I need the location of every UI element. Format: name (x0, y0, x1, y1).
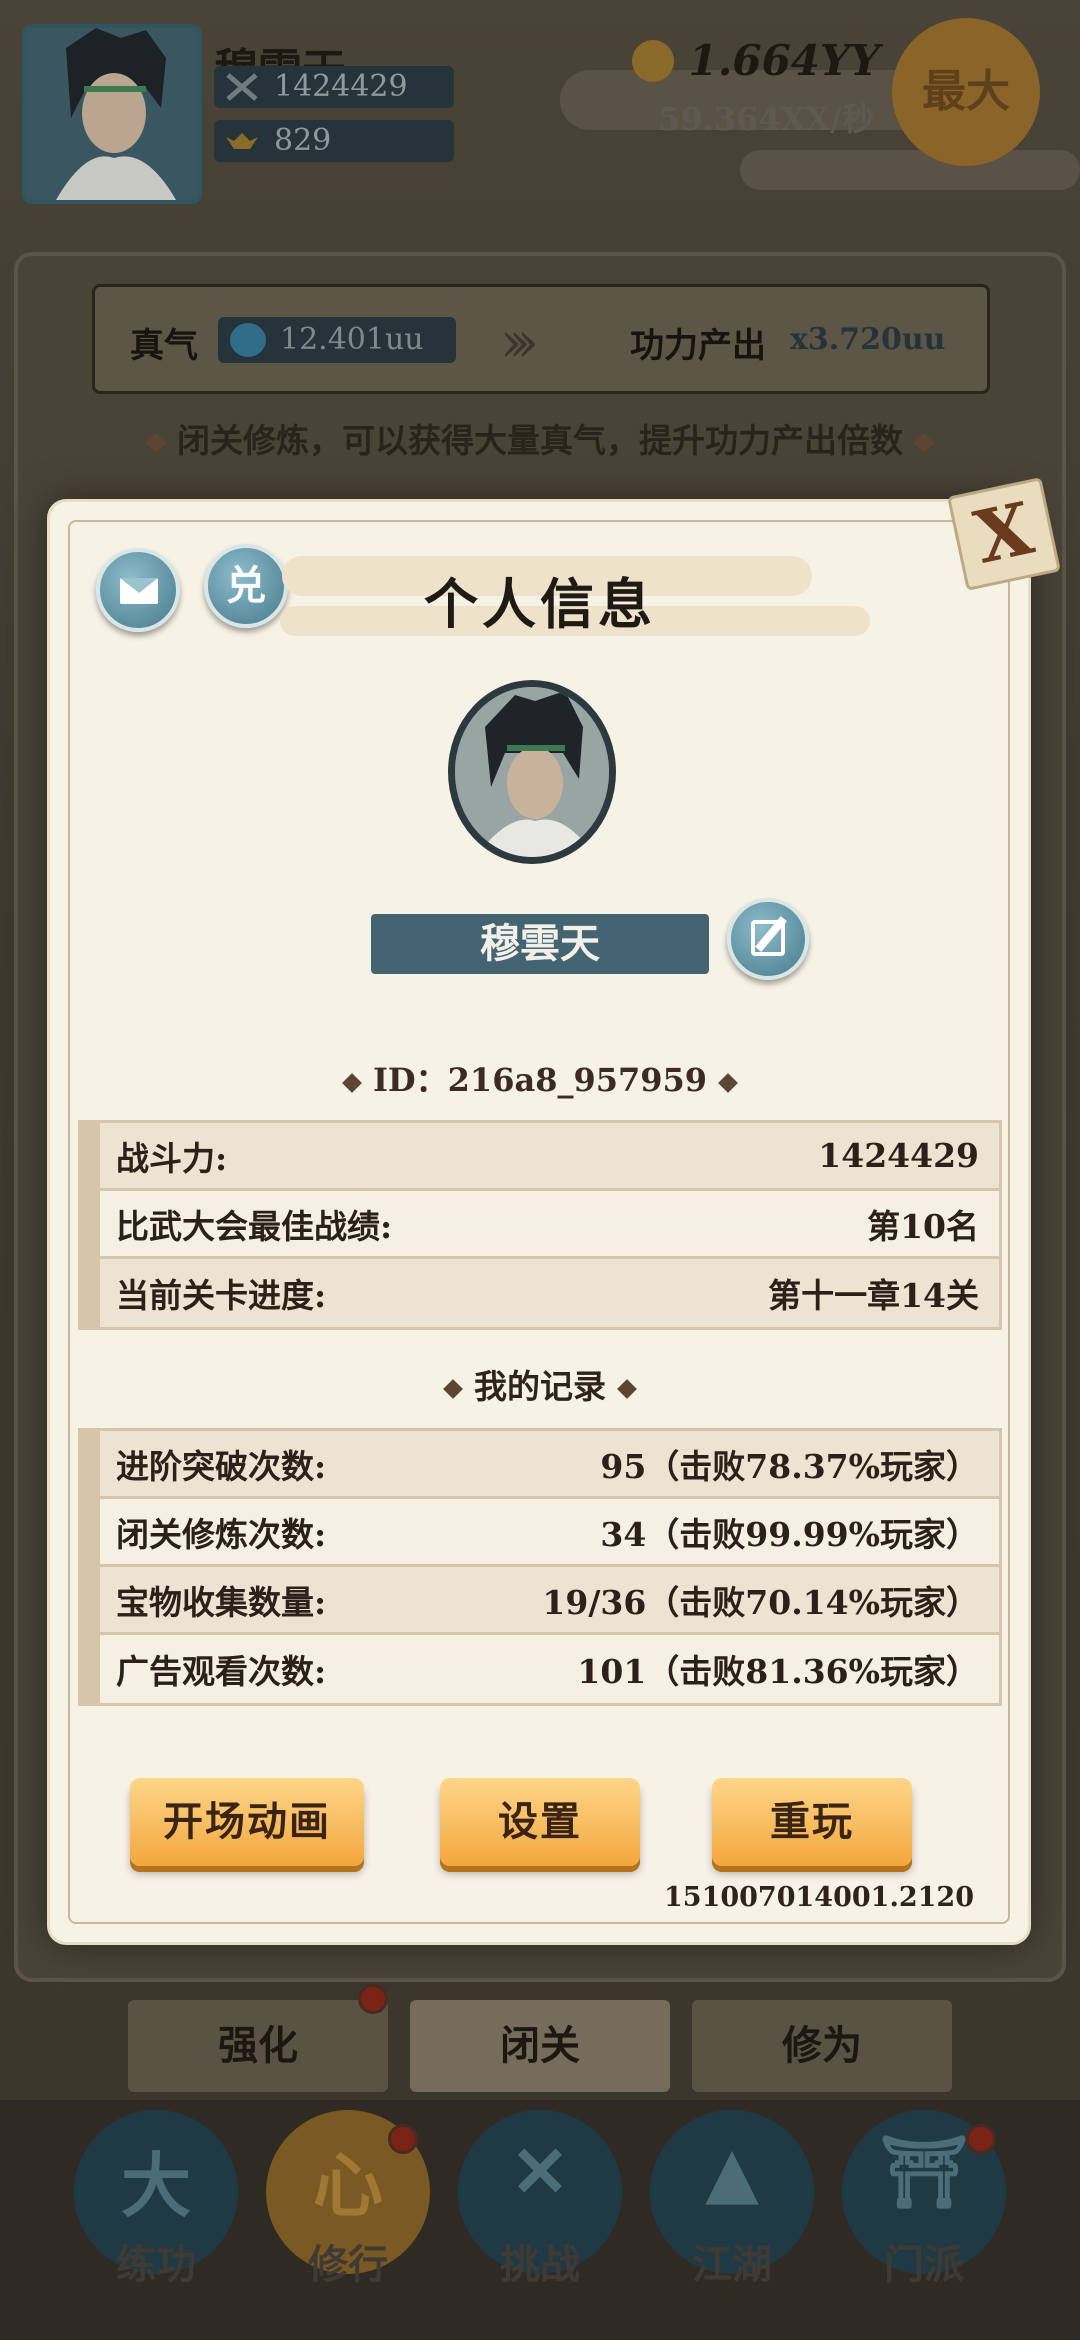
nav-practice-label: 修行 (308, 2241, 388, 2288)
gold-amount: 1.664YY (688, 36, 880, 85)
records-title-text: 我的记录 (474, 1367, 606, 1406)
max-button[interactable]: 最大 (892, 18, 1040, 166)
tab-enhance[interactable]: 强化 (128, 2000, 388, 2092)
ingot-pill: 829 (214, 120, 454, 162)
qi-label: 真气 (130, 326, 198, 366)
combat-power-pill: 1424429 (214, 66, 454, 108)
records-table: 进阶突破次数: 95（击败78.37%玩家） 闭关修炼次数: 34（击败99.9… (78, 1428, 1002, 1706)
profile-avatar (448, 680, 616, 864)
intro-animation-button[interactable]: 开场动画 (130, 1778, 364, 1866)
crossed-swords-icon (226, 73, 258, 101)
cultivation-tip-text: 闭关修炼，可以获得大量真气，提升功力产出倍数 (177, 421, 903, 460)
cultivation-tip: 闭关修炼，可以获得大量真气，提升功力产出倍数 (0, 414, 1080, 462)
power-output-value: x3.720uu (790, 322, 946, 357)
ingot-value: 829 (274, 123, 332, 158)
nav-sect-label: 门派 (884, 2241, 964, 2288)
stat-value: 第十一章14关 (768, 1276, 979, 1315)
records-title: 我的记录 (0, 1360, 1080, 1408)
qi-value-pill: 12.401uu (218, 317, 456, 363)
player-avatar[interactable] (22, 24, 202, 204)
notification-dot (966, 2124, 996, 2154)
tab-seclusion[interactable]: 闭关 (410, 2000, 670, 2092)
stat-label: 战斗力: (116, 1138, 228, 1178)
table-row: 比武大会最佳战绩: 第10名 (100, 1191, 999, 1259)
player-id-text: ID：216a8_957959 (372, 1061, 708, 1099)
modal-title: 个人信息 (424, 572, 656, 636)
record-value: 101（击败81.36%玩家） (577, 1652, 979, 1691)
stats-table: 战斗力: 1424429 比武大会最佳战绩: 第10名 当前关卡进度: 第十一章… (78, 1120, 1002, 1330)
record-label: 宝物收集数量: (116, 1582, 327, 1622)
table-row: 战斗力: 1424429 (100, 1123, 999, 1191)
gold-pouch-icon (632, 40, 674, 82)
chevrons-icon: ››› (500, 310, 539, 375)
stat-value: 第10名 (867, 1206, 979, 1246)
record-label: 广告观看次数: (116, 1652, 327, 1691)
nav-challenge-label: 挑战 (500, 2241, 580, 2288)
power-output-label: 功力产出 (630, 326, 766, 366)
diamond-icon (443, 1379, 463, 1399)
notification-dot (358, 1984, 388, 2014)
table-row: 宝物收集数量: 19/36（击败70.14%玩家） (100, 1567, 999, 1635)
stat-value: 1424429 (818, 1136, 979, 1175)
player-name-field: 穆雲天 (371, 914, 709, 974)
record-label: 闭关修炼次数: (116, 1514, 327, 1554)
stat-label: 比武大会最佳战绩: (116, 1206, 393, 1246)
record-value: 95（击败78.37%玩家） (600, 1446, 979, 1486)
crossed-swords-icon: ✕ (510, 2130, 570, 2213)
gold-rate: 59.364XX/秒 (658, 100, 874, 138)
replay-button[interactable]: 重玩 (712, 1778, 912, 1866)
diamond-icon (146, 433, 166, 453)
mountain-icon: ▲ (705, 2130, 759, 2213)
diamond-icon (914, 433, 934, 453)
tab-cultivation-level[interactable]: 修为 (692, 2000, 952, 2092)
table-row: 闭关修炼次数: 34（击败99.99%玩家） (100, 1499, 999, 1567)
table-row: 当前关卡进度: 第十一章14关 (100, 1259, 999, 1327)
combat-power-value: 1424429 (274, 69, 408, 104)
diamond-icon (342, 1072, 362, 1093)
table-row: 进阶突破次数: 95（击败78.37%玩家） (100, 1431, 999, 1499)
record-value: 19/36（击败70.14%玩家） (542, 1582, 979, 1622)
sub-tabs: 强化 闭关 修为 (120, 2000, 960, 2100)
top-bar: 穆雲天 1424429 829 1.664YY 59.364XX/秒 最大 (0, 0, 1080, 210)
nav-training-label: 练功 (116, 2241, 196, 2288)
qi-value: 12.401uu (280, 322, 424, 357)
table-row: 广告观看次数: 101（击败81.36%玩家） (100, 1635, 999, 1703)
player-id: ID：216a8_957959 (0, 1055, 1080, 1101)
settings-button[interactable]: 设置 (440, 1778, 640, 1866)
version-number: 151007014001.2120 (664, 1882, 974, 1913)
record-label: 进阶突破次数: (116, 1446, 327, 1486)
stat-label: 当前关卡进度: (116, 1276, 327, 1315)
diamond-icon (617, 1379, 637, 1399)
notification-dot (388, 2124, 418, 2154)
qi-orb-icon (230, 323, 266, 357)
training-icon: 大 (121, 2144, 191, 2227)
gold-ingot-icon (226, 133, 258, 149)
diamond-icon (718, 1072, 738, 1093)
edit-name-button[interactable] (727, 898, 809, 980)
record-value: 34（击败99.99%玩家） (600, 1514, 979, 1554)
nav-jianghu-label: 江湖 (692, 2241, 772, 2288)
